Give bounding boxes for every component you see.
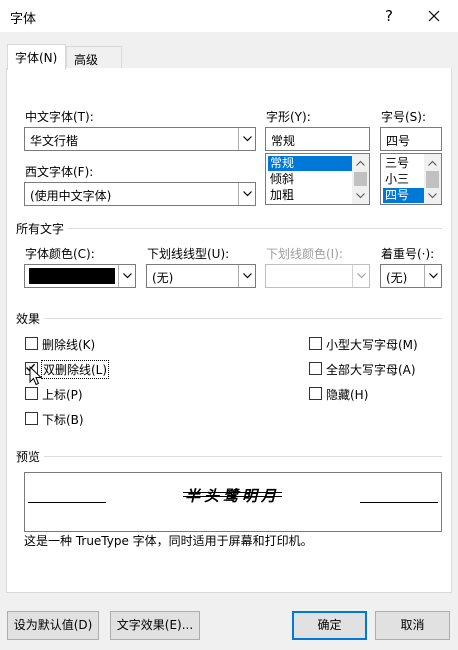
style-option[interactable]: 常规 <box>268 156 352 171</box>
scroll-down-button[interactable] <box>424 187 441 204</box>
font-color-picker[interactable] <box>24 264 136 288</box>
size-scrollbar[interactable] <box>424 154 441 204</box>
section-divider <box>68 228 442 229</box>
chevron-down-icon <box>356 193 365 199</box>
subscript-checkbox[interactable]: 下标(B) <box>25 412 84 427</box>
size-input[interactable]: 四号 <box>380 127 442 151</box>
strikethrough-checkbox[interactable]: 删除线(K) <box>25 337 95 352</box>
text-effects-button[interactable]: 文字效果(E)... <box>110 611 200 640</box>
font-color-swatch <box>29 268 115 284</box>
underline-style-label: 下划线线型(U): <box>147 247 230 261</box>
tab-font-label: 字体(N) <box>15 51 58 65</box>
help-button[interactable]: ? <box>376 4 402 28</box>
western-font-value: (使用中文字体) <box>30 189 112 203</box>
size-option[interactable]: 三号 <box>383 156 409 171</box>
style-value: 常规 <box>271 134 296 148</box>
chevron-down-icon <box>243 273 252 279</box>
section-divider <box>44 318 442 319</box>
checkbox-label: 删除线(K) <box>42 338 96 352</box>
all-caps-checkbox[interactable]: 全部大写字母(A) <box>309 362 416 377</box>
all-text-section-title: 所有文字 <box>16 222 65 236</box>
size-listbox[interactable]: 三号 小三 四号 <box>380 153 442 205</box>
preview-box: 半头鹭明月 <box>24 472 442 532</box>
close-icon <box>428 10 440 22</box>
hidden-checkbox[interactable]: 隐藏(H) <box>309 387 368 402</box>
style-option[interactable]: 加粗 <box>268 188 294 203</box>
window-title: 字体 <box>10 12 37 27</box>
size-option[interactable]: 四号 <box>383 188 424 203</box>
emphasis-dropdown[interactable] <box>424 265 441 287</box>
checkbox-label: 上标(P) <box>42 388 83 402</box>
checkbox-box <box>25 337 38 350</box>
checkbox-label: 小型大写字母(M) <box>326 338 418 352</box>
cancel-button[interactable]: 取消 <box>375 611 450 640</box>
superscript-checkbox[interactable]: 上标(P) <box>25 387 83 402</box>
tab-advanced[interactable]: 高级(V) <box>66 46 122 82</box>
set-default-button[interactable]: 设为默认值(D) <box>7 611 99 640</box>
style-scrollbar[interactable] <box>352 154 369 204</box>
preview-sample: 半头鹭明月 <box>183 485 283 506</box>
scroll-up-button[interactable] <box>352 154 369 171</box>
western-font-label: 西文字体(F): <box>25 165 94 179</box>
chevron-down-icon <box>243 136 252 142</box>
size-value: 四号 <box>386 134 411 148</box>
checkbox-label: 隐藏(H) <box>326 388 369 402</box>
western-font-dropdown[interactable] <box>238 183 255 205</box>
preview-section-title: 预览 <box>16 450 41 464</box>
section-divider <box>44 456 442 457</box>
underline-style-combo[interactable]: (无) <box>146 264 256 288</box>
underline-style-dropdown[interactable] <box>238 265 255 287</box>
chinese-font-label: 中文字体(T): <box>25 110 94 124</box>
scroll-up-button[interactable] <box>424 154 441 171</box>
scroll-thumb[interactable] <box>426 171 439 188</box>
chinese-font-value: 华文行楷 <box>30 134 79 148</box>
emphasis-combo[interactable]: (无) <box>380 264 442 288</box>
mouse-cursor-icon <box>29 366 42 386</box>
close-button[interactable] <box>421 4 447 28</box>
checkbox-box <box>309 362 322 375</box>
scroll-thumb[interactable] <box>354 172 367 186</box>
underline-color-picker[interactable] <box>265 264 370 288</box>
size-option[interactable]: 小三 <box>383 172 409 187</box>
preview-description: 这是一种 TrueType 字体，同时适用于屏幕和打印机。 <box>24 534 313 548</box>
chevron-down-icon <box>428 193 437 199</box>
underline-color-dropdown[interactable] <box>352 265 369 287</box>
tab-font[interactable]: 字体(N) <box>7 44 66 70</box>
font-color-dropdown[interactable] <box>118 265 135 287</box>
ok-button[interactable]: 确定 <box>292 611 367 640</box>
checkbox-box <box>309 337 322 350</box>
chevron-up-icon <box>428 160 437 166</box>
checkbox-box <box>25 387 38 400</box>
style-listbox[interactable]: 常规 倾斜 加粗 <box>265 153 370 205</box>
baseline-left <box>28 502 106 503</box>
checkbox-box <box>309 387 322 400</box>
baseline-right <box>360 502 438 503</box>
style-label: 字形(Y): <box>266 110 311 124</box>
chevron-down-icon <box>123 273 132 279</box>
emphasis-label: 着重号(·): <box>381 247 435 261</box>
underline-color-label: 下划线颜色(I): <box>266 247 343 261</box>
underline-style-value: (无) <box>152 271 174 285</box>
checkbox-box <box>25 412 38 425</box>
size-label: 字号(S): <box>381 110 427 124</box>
style-input[interactable]: 常规 <box>265 127 370 151</box>
chevron-down-icon <box>243 191 252 197</box>
strike-line-1 <box>183 492 283 493</box>
chevron-up-icon <box>356 160 365 166</box>
chevron-down-icon <box>357 273 366 279</box>
emphasis-value: (无) <box>386 271 408 285</box>
checkbox-label: 全部大写字母(A) <box>326 363 416 377</box>
western-font-combo[interactable]: (使用中文字体) <box>24 182 256 206</box>
small-caps-checkbox[interactable]: 小型大写字母(M) <box>309 337 418 352</box>
scroll-down-button[interactable] <box>352 187 369 204</box>
style-option[interactable]: 倾斜 <box>268 172 294 187</box>
chevron-down-icon <box>429 273 438 279</box>
font-color-label: 字体颜色(C): <box>25 247 95 261</box>
effects-section-title: 效果 <box>16 312 41 326</box>
strike-line-2 <box>183 496 283 497</box>
checkbox-label: 下标(B) <box>42 413 84 427</box>
chinese-font-dropdown[interactable] <box>238 128 255 150</box>
chinese-font-combo[interactable]: 华文行楷 <box>24 127 256 151</box>
checkbox-label: 双删除线(L) <box>41 360 110 379</box>
